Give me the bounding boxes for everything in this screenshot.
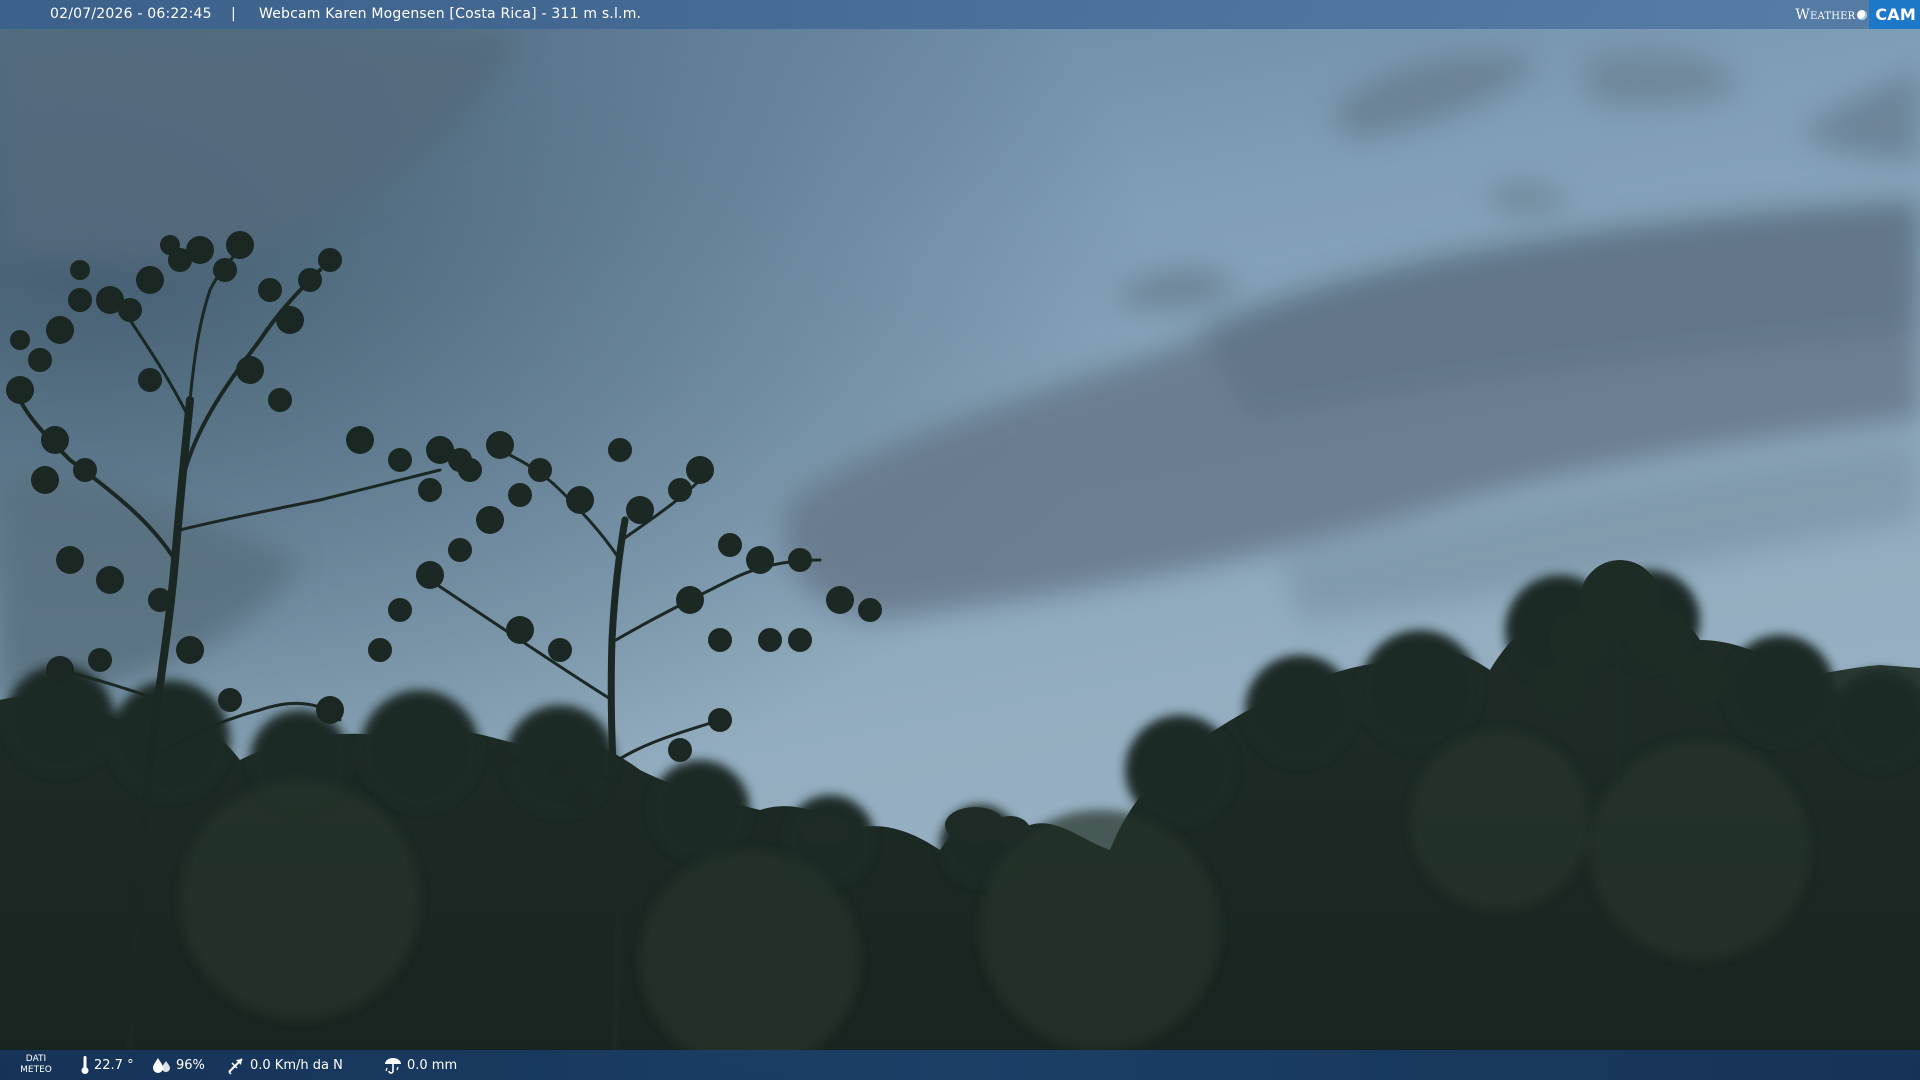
- humidity-drops-icon: [153, 1058, 170, 1073]
- webcam-scene: [0, 0, 1920, 1080]
- logo-badge: CAM: [1869, 0, 1920, 29]
- weather-section-label-line2: METEO: [20, 1065, 52, 1075]
- humidity-value: 96%: [176, 1057, 205, 1073]
- weather-section-label: DATI METEO: [16, 1054, 56, 1076]
- timestamp: 02/07/2026 - 06:22:45: [50, 6, 212, 22]
- temperature-value: 22.7 °: [94, 1057, 134, 1073]
- wind-vane-icon: [228, 1058, 243, 1075]
- logo-dot-icon: [1857, 9, 1868, 20]
- webcam-frame: 02/07/2026 - 06:22:45 | Webcam Karen Mog…: [0, 0, 1920, 1080]
- wind-readout: 0.0 Km/h da N: [226, 1050, 343, 1080]
- weather-data-bar: DATI METEO 22.7 ° 96% 0.0 Km/h da N 0.0 …: [0, 1050, 1920, 1080]
- logo-word: Weather: [1795, 6, 1856, 23]
- webcam-info-bar: 02/07/2026 - 06:22:45 | Webcam Karen Mog…: [0, 0, 1920, 29]
- humidity-readout: 96%: [152, 1050, 205, 1080]
- rain-readout: 0.0 mm: [383, 1050, 457, 1080]
- weather-section-label-line1: DATI: [25, 1054, 47, 1064]
- rain-gauge-icon: [385, 1058, 401, 1074]
- rain-value: 0.0 mm: [407, 1057, 458, 1073]
- weathercam-logo: Weather CAM: [1795, 0, 1920, 29]
- thermometer-icon: [81, 1056, 89, 1074]
- temperature-readout: 22.7 °: [80, 1050, 134, 1080]
- webcam-title: Webcam Karen Mogensen [Costa Rica] - 311…: [259, 6, 642, 22]
- wind-value: 0.0 Km/h da N: [250, 1057, 343, 1073]
- separator: |: [231, 6, 236, 22]
